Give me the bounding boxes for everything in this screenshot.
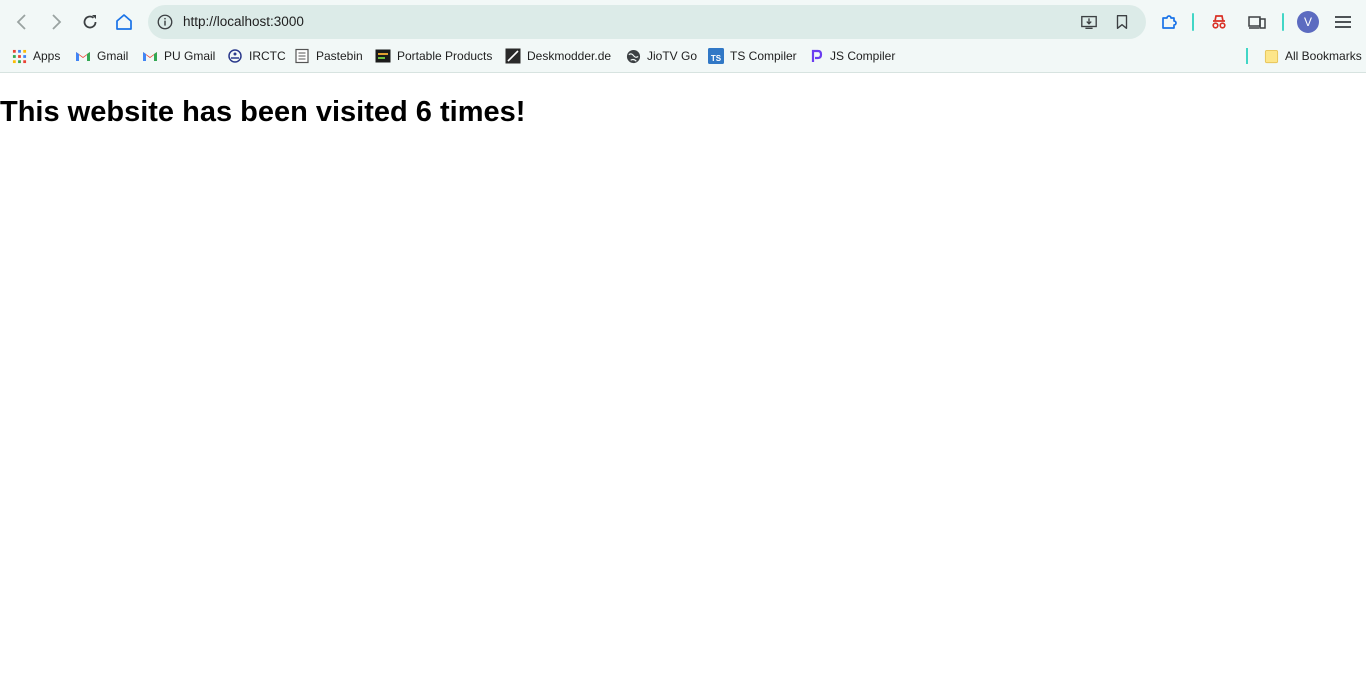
reload-icon bbox=[83, 15, 97, 29]
hamburger-menu-icon bbox=[1335, 16, 1351, 28]
bookmark-gmail[interactable]: Gmail bbox=[75, 46, 128, 66]
browser-chrome: http://localhost:3000 V Apps Gmail PU Gm… bbox=[0, 0, 1366, 73]
bookmark-label: TS Compiler bbox=[730, 49, 797, 63]
irctc-icon bbox=[227, 48, 243, 64]
extensions-button[interactable] bbox=[1154, 7, 1184, 37]
ts-icon: TS bbox=[708, 48, 724, 64]
deskmodder-icon bbox=[505, 48, 521, 64]
bookmark-label: Gmail bbox=[97, 49, 129, 63]
reload-button[interactable] bbox=[74, 6, 106, 38]
pastebin-icon bbox=[294, 48, 310, 64]
bookmark-pastebin[interactable]: Pastebin bbox=[294, 46, 363, 66]
home-icon bbox=[116, 14, 132, 30]
bookmark-label: PU Gmail bbox=[164, 49, 216, 63]
devices-icon bbox=[1248, 16, 1266, 29]
gmail-icon bbox=[142, 48, 158, 64]
address-bar[interactable]: http://localhost:3000 bbox=[148, 5, 1146, 39]
bookmark-star-icon[interactable] bbox=[1110, 10, 1134, 34]
bookmark-apps[interactable]: Apps bbox=[11, 46, 60, 66]
bookmark-label: JioTV Go bbox=[647, 49, 698, 63]
visit-count-heading: This website has been visited 6 times! bbox=[0, 96, 526, 128]
toolbar-separator bbox=[1282, 13, 1284, 31]
device-sync-button[interactable] bbox=[1242, 7, 1272, 37]
gmail-icon bbox=[75, 48, 91, 64]
browser-toolbar: http://localhost:3000 V bbox=[0, 0, 1366, 44]
bookmark-ts-compiler[interactable]: TS TS Compiler bbox=[708, 46, 797, 66]
bookmark-js-compiler[interactable]: JS Compiler bbox=[808, 46, 895, 66]
js-compiler-icon bbox=[808, 48, 824, 64]
menu-button[interactable] bbox=[1328, 7, 1358, 37]
portable-products-icon bbox=[375, 48, 391, 64]
page-content: This website has been visited 6 times! bbox=[0, 74, 1366, 696]
globe-icon bbox=[625, 48, 641, 64]
spy-icon bbox=[1212, 15, 1226, 29]
back-arrow-icon bbox=[16, 14, 26, 30]
bookmark-label: Apps bbox=[33, 49, 61, 63]
apps-grid-icon bbox=[11, 48, 27, 64]
bookmarks-separator bbox=[1246, 48, 1248, 64]
bookmark-jiotv-go[interactable]: JioTV Go bbox=[625, 46, 697, 66]
profile-avatar[interactable]: V bbox=[1297, 11, 1319, 33]
forward-arrow-icon bbox=[52, 14, 62, 30]
bookmark-irctc[interactable]: IRCTC bbox=[227, 46, 286, 66]
svg-text:TS: TS bbox=[711, 54, 722, 63]
folder-icon bbox=[1263, 48, 1279, 64]
bookmark-pu-gmail[interactable]: PU Gmail bbox=[142, 46, 215, 66]
bookmark-label: Deskmodder.de bbox=[527, 49, 612, 63]
back-button[interactable] bbox=[6, 6, 38, 38]
incognito-extension-button[interactable] bbox=[1204, 7, 1234, 37]
bookmark-label: JS Compiler bbox=[830, 49, 896, 63]
home-button[interactable] bbox=[108, 6, 140, 38]
install-app-icon[interactable] bbox=[1077, 10, 1101, 34]
bookmark-label: IRCTC bbox=[249, 49, 286, 63]
bookmarks-bar: Apps Gmail PU Gmail IRCTC Pastebin Porta… bbox=[0, 44, 1366, 68]
all-bookmarks-folder[interactable]: All Bookmarks bbox=[1263, 46, 1362, 66]
bookmark-portable-products[interactable]: Portable Products bbox=[375, 46, 492, 66]
bookmark-deskmodder[interactable]: Deskmodder.de bbox=[505, 46, 611, 66]
url-text[interactable]: http://localhost:3000 bbox=[183, 14, 304, 29]
toolbar-separator bbox=[1192, 13, 1194, 31]
puzzle-icon bbox=[1162, 15, 1177, 29]
forward-button[interactable] bbox=[40, 6, 72, 38]
bookmark-label: Portable Products bbox=[397, 49, 493, 63]
site-info-icon[interactable] bbox=[153, 10, 177, 34]
bookmark-label: Pastebin bbox=[316, 49, 363, 63]
all-bookmarks-label: All Bookmarks bbox=[1285, 49, 1362, 63]
